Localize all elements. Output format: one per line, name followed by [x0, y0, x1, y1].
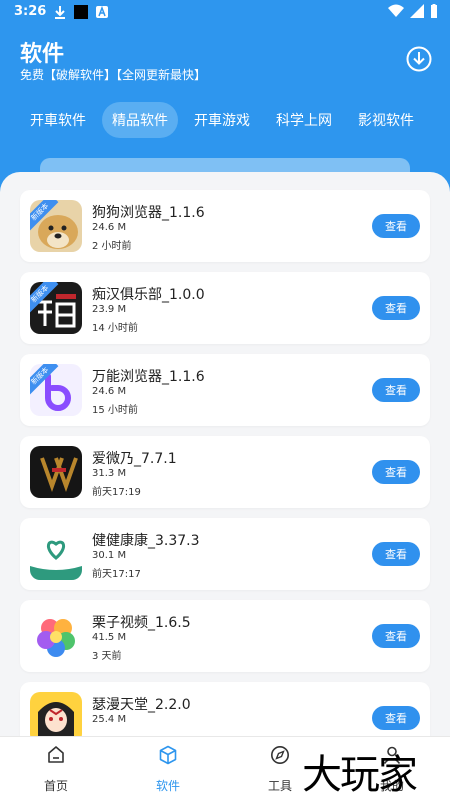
wanneng-browser-icon: 新版本 [30, 364, 82, 416]
category-tabs: 开車软件 精品软件 开車游戏 科学上网 影视软件 [20, 102, 424, 138]
app-time: 3 天前 [92, 651, 122, 662]
download-notification-icon [55, 6, 65, 19]
status-time: 3:26 [14, 4, 47, 19]
tab-premium-software[interactable]: 精品软件 [102, 102, 178, 138]
app-name: 栗子视频_1.6.5 [92, 615, 191, 631]
view-button[interactable]: 查看 [372, 460, 420, 484]
app-list: 新版本 狗狗浏览器_1.1.6 24.6 M 2 小时前 查看 新版本 痴汉俱乐… [20, 190, 430, 764]
colorful-flower-icon [30, 610, 82, 662]
list-item[interactable]: 新版本 痴汉俱乐部_1.0.0 23.9 M 14 小时前 查看 [20, 272, 430, 344]
wifi-icon [388, 4, 404, 17]
app-size: 24.6 M [92, 386, 127, 397]
app-time: 14 小时前 [92, 323, 138, 334]
page-title: 软件 [20, 42, 65, 67]
cube-icon [159, 745, 177, 765]
tab-label: 影视软件 [358, 113, 414, 129]
doge-icon: 新版本 [30, 200, 82, 252]
tab-label: 开車游戏 [194, 113, 250, 129]
app-size: 41.5 M [92, 632, 127, 643]
nav-home[interactable]: 首页 [0, 737, 112, 801]
chihan-logo-icon: 新版本 [30, 282, 82, 334]
tab-label: 精品软件 [112, 113, 168, 129]
tab-kaiche-games[interactable]: 开車游戏 [184, 102, 260, 138]
view-button[interactable]: 查看 [372, 378, 420, 402]
aiweinai-logo-icon [30, 446, 82, 498]
app-time: 2 小时前 [92, 241, 132, 252]
battery-icon [431, 4, 437, 18]
tab-label: 开車软件 [30, 113, 86, 129]
download-icon[interactable] [406, 46, 432, 72]
status-icons [388, 4, 438, 18]
view-button[interactable]: 查看 [372, 706, 420, 730]
app-name: 健健康康_3.37.3 [92, 533, 200, 549]
list-item[interactable]: 栗子视频_1.6.5 41.5 M 3 天前 查看 [20, 600, 430, 672]
app-name: 瑟漫天堂_2.2.0 [92, 697, 191, 713]
app-name: 爱微乃_7.7.1 [92, 451, 177, 467]
tab-vpn[interactable]: 科学上网 [266, 102, 342, 138]
page-subtitle: 免费【破解软件】【全网更新最快】 [20, 68, 207, 82]
app-time: 前天17:19 [92, 487, 141, 498]
app-size: 24.6 M [92, 222, 127, 233]
app-notification-icon [74, 5, 88, 19]
app-name: 万能浏览器_1.1.6 [92, 369, 205, 385]
tab-kaiche-software[interactable]: 开車软件 [20, 102, 96, 138]
view-button[interactable]: 查看 [372, 542, 420, 566]
list-item[interactable]: 健健康康_3.37.3 30.1 M 前天17:17 查看 [20, 518, 430, 590]
list-item[interactable]: 新版本 万能浏览器_1.1.6 24.6 M 15 小时前 查看 [20, 354, 430, 426]
tab-label: 科学上网 [276, 113, 332, 129]
list-item[interactable]: 新版本 狗狗浏览器_1.1.6 24.6 M 2 小时前 查看 [20, 190, 430, 262]
font-notification-icon [96, 5, 108, 18]
app-name: 痴汉俱乐部_1.0.0 [92, 287, 205, 303]
nav-software[interactable]: 软件 [112, 737, 224, 801]
nav-label: 首页 [43, 779, 68, 793]
app-time: 15 小时前 [92, 405, 138, 416]
app-list-panel: 新版本 狗狗浏览器_1.1.6 24.6 M 2 小时前 查看 新版本 痴汉俱乐… [0, 172, 450, 800]
app-size: 31.3 M [92, 468, 127, 479]
signal-icon [410, 4, 424, 18]
view-button[interactable]: 查看 [372, 624, 420, 648]
view-button[interactable]: 查看 [372, 296, 420, 320]
compass-icon [271, 746, 289, 764]
app-name: 狗狗浏览器_1.1.6 [92, 205, 205, 221]
app-size: 25.4 M [92, 714, 127, 725]
list-item[interactable]: 爱微乃_7.7.1 31.3 M 前天17:19 查看 [20, 436, 430, 508]
app-size: 30.1 M [92, 550, 127, 561]
app-size: 23.9 M [92, 304, 127, 315]
heart-icon [30, 528, 82, 580]
app-time: 前天17:17 [92, 569, 141, 580]
nav-label: 软件 [155, 779, 180, 793]
watermark: 大玩家 [302, 752, 418, 798]
status-bar: 3:26 [0, 0, 450, 24]
home-icon [48, 746, 64, 763]
view-button[interactable]: 查看 [372, 214, 420, 238]
tab-video-software[interactable]: 影视软件 [348, 102, 424, 138]
